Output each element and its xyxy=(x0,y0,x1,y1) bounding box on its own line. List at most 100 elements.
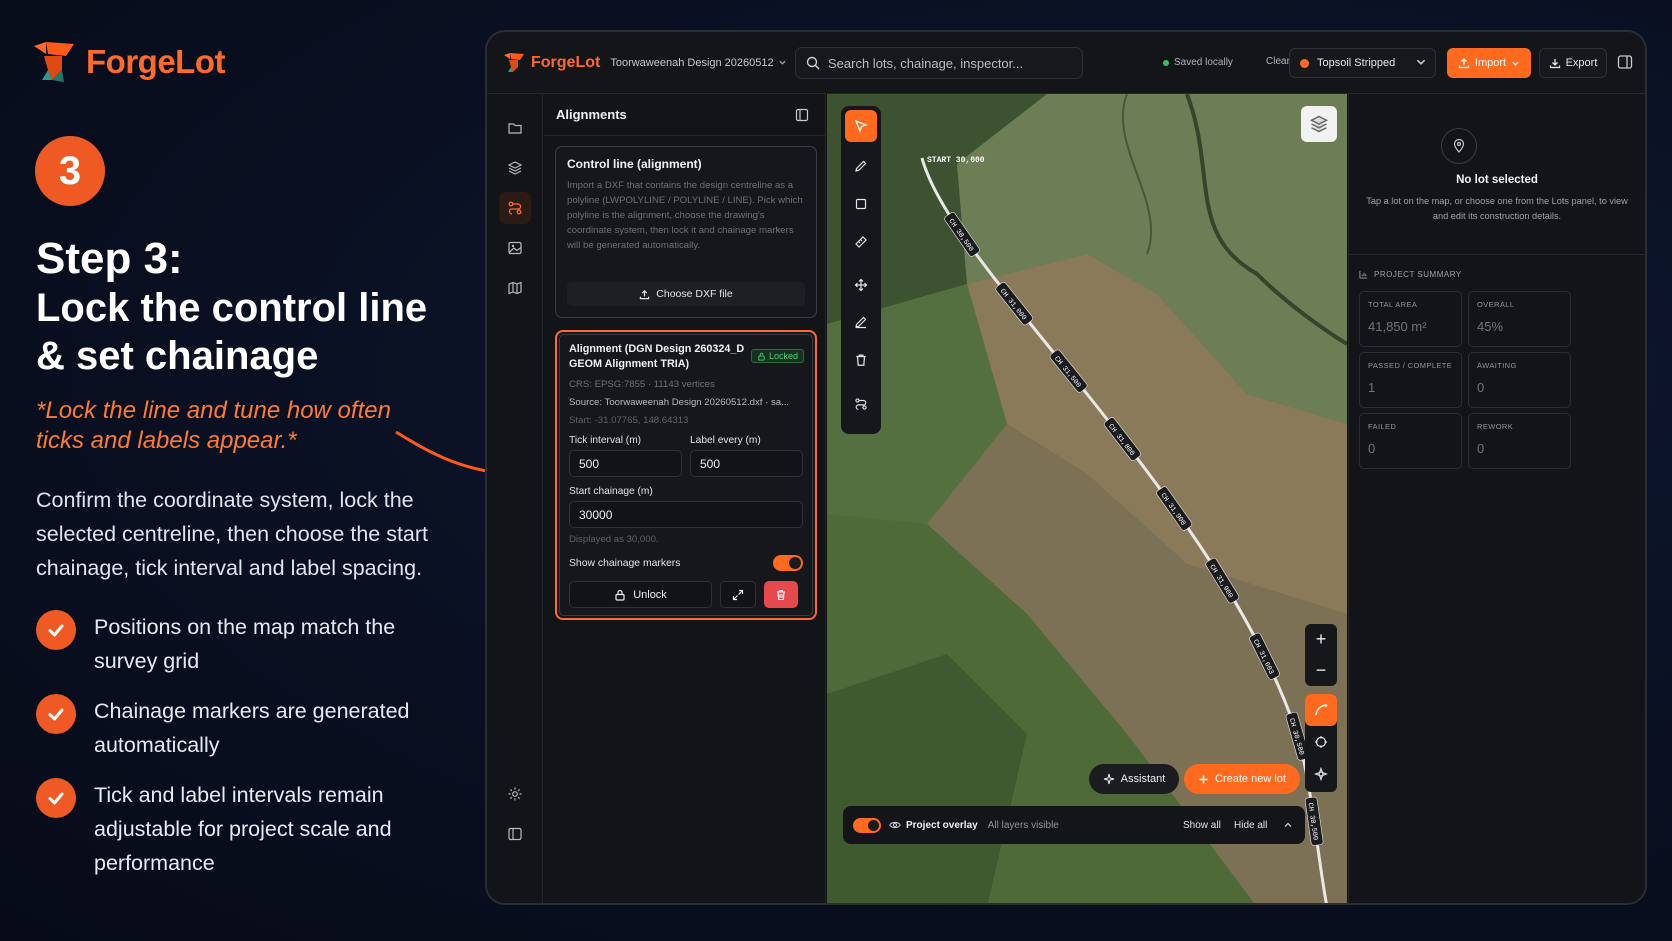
recenter-button[interactable] xyxy=(1305,758,1337,790)
stat-label: AWAITING xyxy=(1477,361,1517,370)
check-icon xyxy=(36,778,76,818)
status-dot-icon xyxy=(1163,59,1169,66)
rectangle-tool-button[interactable] xyxy=(845,188,877,220)
navigation-controls xyxy=(1305,694,1337,792)
layers-icon xyxy=(1309,115,1329,133)
show-all-button[interactable]: Show all xyxy=(1183,820,1221,831)
search-box xyxy=(795,47,1083,79)
control-line-description: Import a DXF that contains the design ce… xyxy=(567,180,803,251)
create-lot-label: Create new lot xyxy=(1215,773,1286,785)
pencil-icon xyxy=(855,160,867,172)
hide-all-button[interactable]: Hide all xyxy=(1234,820,1267,831)
curve-icon xyxy=(1315,704,1328,716)
stat-value: 0 xyxy=(1477,441,1485,456)
alignments-title: Alignments xyxy=(556,107,627,122)
measure-tool-button[interactable] xyxy=(845,226,877,258)
chevron-down-icon xyxy=(1416,59,1426,65)
export-button[interactable]: Export xyxy=(1539,48,1607,78)
benefit-text: Tick and label intervals remain adjustab… xyxy=(94,783,392,875)
pin-icon-circle xyxy=(1441,128,1477,164)
map-view[interactable]: START 30,000 CH 30,500 CH 31,000 CH 31,500… xyxy=(827,94,1347,903)
show-markers-label: Show chainage markers xyxy=(569,557,681,569)
edit-tool-button[interactable] xyxy=(845,306,877,338)
move-tool-button[interactable] xyxy=(845,269,877,301)
unlock-button[interactable]: Unlock xyxy=(569,581,712,608)
alignment-tool-button[interactable] xyxy=(845,388,877,420)
rail-collapse-button[interactable] xyxy=(499,818,531,850)
rail-lots-button[interactable] xyxy=(499,112,531,144)
search-icon xyxy=(806,56,820,70)
icon-rail xyxy=(487,94,543,903)
show-markers-row: Show chainage markers xyxy=(569,555,803,571)
project-selector[interactable]: Toorwaweenah Design 20260512 xyxy=(610,57,786,69)
stat-label: TOTAL AREA xyxy=(1368,300,1418,309)
stage-dot-icon xyxy=(1300,58,1309,68)
alignment-title: Alignment (DGN Design 260324_D GEOM Alig… xyxy=(569,343,745,370)
unlock-label: Unlock xyxy=(633,588,667,601)
target-icon xyxy=(1314,767,1328,781)
assistant-button[interactable]: Assistant xyxy=(1089,764,1179,794)
app-logo[interactable]: ForgeLot xyxy=(503,52,600,74)
map-icon xyxy=(508,281,522,295)
export-label: Export xyxy=(1565,57,1598,69)
rail-imagery-button[interactable] xyxy=(499,232,531,264)
zoom-in-button[interactable]: + xyxy=(1305,624,1337,655)
check-icon xyxy=(36,694,76,734)
import-label: Import xyxy=(1474,57,1507,69)
basemap-layers-button[interactable] xyxy=(1301,106,1337,142)
stat-card: PASSED / COMPLETE 1 xyxy=(1359,352,1462,408)
select-tool-button[interactable] xyxy=(845,110,877,142)
delete-button[interactable] xyxy=(764,581,798,608)
displayed-as-text: Displayed as 30,000. xyxy=(569,534,659,545)
search-input[interactable] xyxy=(828,55,1068,71)
show-markers-toggle[interactable] xyxy=(773,555,803,571)
stat-card: AWAITING 0 xyxy=(1468,352,1571,408)
label-every-input[interactable]: 500 xyxy=(690,450,803,477)
delete-tool-button[interactable] xyxy=(845,344,877,376)
alignment-source: Source: Toorwaweenah Design 20260512.dxf… xyxy=(569,397,790,408)
rail-map-button[interactable] xyxy=(499,272,531,304)
rail-alignments-button[interactable] xyxy=(499,192,531,224)
map-pin-icon xyxy=(1453,139,1465,153)
plus-icon xyxy=(1199,774,1208,784)
overlay-toggle[interactable] xyxy=(853,817,881,833)
sparkle-icon xyxy=(1103,773,1114,785)
panel-toggle-icon[interactable] xyxy=(1617,54,1633,70)
alignment-card: Alignment (DGN Design 260324_D GEOM Alig… xyxy=(555,330,817,620)
unlock-icon xyxy=(615,589,625,601)
import-button[interactable]: Import xyxy=(1447,48,1531,78)
rail-layers-button[interactable] xyxy=(499,152,531,184)
project-overlay-bar: Project overlay All layers visible Show … xyxy=(843,806,1305,844)
square-icon xyxy=(855,198,867,210)
zoom-out-button[interactable]: − xyxy=(1305,655,1337,686)
cursor-icon xyxy=(854,119,868,133)
stat-value: 1 xyxy=(1368,380,1376,395)
locate-button[interactable] xyxy=(1305,726,1337,758)
clear-button[interactable]: Clear xyxy=(1266,56,1290,67)
choose-dxf-button[interactable]: Choose DXF file xyxy=(567,282,805,306)
start-chainage-input[interactable]: 30000 xyxy=(569,501,803,528)
tick-interval-input[interactable]: 500 xyxy=(569,450,682,477)
project-name: Toorwaweenah Design 20260512 xyxy=(610,56,774,69)
gear-icon xyxy=(508,787,522,801)
stage-select[interactable]: Topsoil Stripped xyxy=(1289,48,1436,78)
collapse-panel-icon[interactable] xyxy=(795,108,809,122)
eye-icon xyxy=(889,821,901,829)
follow-alignment-button[interactable] xyxy=(1305,694,1337,726)
interval-fields: Tick interval (m) 500 Label every (m) 50… xyxy=(569,435,803,477)
label-every-field: Label every (m) 500 xyxy=(690,435,803,477)
upload-icon xyxy=(640,289,650,299)
stat-label: PASSED / COMPLETE xyxy=(1368,361,1453,370)
no-lot-title: No lot selected xyxy=(1456,174,1538,186)
save-status-text: Saved locally xyxy=(1174,57,1233,68)
stat-label: OVERALL xyxy=(1477,300,1515,309)
rail-settings-button[interactable] xyxy=(499,778,531,810)
expand-button[interactable] xyxy=(720,581,756,608)
locked-badge-text: Locked xyxy=(768,351,798,361)
chevron-up-icon[interactable] xyxy=(1283,820,1293,830)
stat-value: 45% xyxy=(1477,319,1504,334)
draw-tool-button[interactable] xyxy=(845,150,877,182)
lock-icon xyxy=(758,352,765,361)
step-subtitle: Lock the control line & set chainage xyxy=(36,286,428,378)
create-lot-button[interactable]: Create new lot xyxy=(1184,764,1300,794)
